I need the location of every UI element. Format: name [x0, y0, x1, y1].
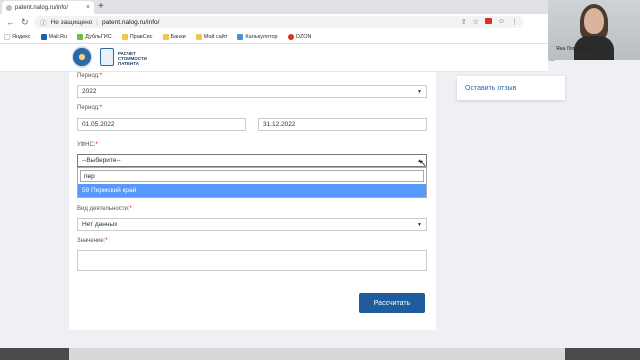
value-label: Значение:* — [77, 238, 108, 244]
chevron-down-icon: ▼ — [417, 221, 422, 228]
feedback-panel: Оставить отзыв — [457, 76, 565, 100]
ufns-option-perm[interactable]: 59 Пермский край — [78, 184, 426, 197]
ufns-select-value: --Выберите-- — [82, 157, 121, 164]
bookmark-calculator[interactable]: Калькулятор — [237, 33, 278, 40]
period-select[interactable]: 2022 ▼ — [77, 85, 427, 98]
calculator-form-card — [69, 72, 436, 330]
patent-document-icon — [100, 48, 114, 66]
folder-icon — [121, 33, 128, 40]
back-icon[interactable]: ← — [6, 17, 15, 27]
date-to-value: 31.12.2022 — [263, 121, 296, 128]
calculate-button[interactable]: Рассчитать — [359, 293, 425, 313]
period-dates-label: Период:* — [77, 105, 103, 111]
reload-icon[interactable]: ↻ — [21, 17, 29, 28]
bookmark-2gis[interactable]: ДубльГИС — [77, 33, 112, 40]
2gis-icon — [77, 33, 84, 40]
activity-select[interactable]: Нет данных ▼ — [77, 218, 427, 231]
feedback-link[interactable]: Оставить отзыв — [465, 85, 516, 92]
calculator-icon — [237, 33, 244, 40]
value-input[interactable] — [77, 250, 427, 271]
ufns-search-input[interactable]: пер — [80, 170, 424, 182]
address-bar[interactable]: ⓘ Не защищено | patent.nalog.ru/info/ ⇪ … — [34, 16, 524, 28]
period-label: Период:* — [77, 73, 103, 79]
yandex-icon — [4, 33, 10, 40]
url-text[interactable]: patent.nalog.ru/info/ — [102, 19, 159, 26]
tab-title: patent.nalog.ru/info/ — [15, 4, 69, 11]
person-face — [584, 8, 604, 34]
bookmark-ozon[interactable]: OZON — [287, 33, 311, 40]
browser-toolbar: ← ↻ ⓘ Не защищено | patent.nalog.ru/info… — [0, 14, 548, 30]
menu-icon[interactable]: ⋮ — [511, 18, 518, 26]
bookmark-star-icon[interactable]: ☆ — [473, 18, 479, 26]
info-icon[interactable]: ⓘ — [40, 17, 47, 27]
favicon-icon — [6, 4, 12, 11]
close-tab-icon[interactable]: × — [86, 4, 90, 11]
ozon-icon — [287, 33, 294, 40]
ufns-label: УФНС:* — [77, 142, 98, 148]
bookmark-my-site[interactable]: Мой сайт — [195, 33, 227, 40]
webcam-overlay: Яна Лопатина — [548, 0, 640, 60]
tab-strip: patent.nalog.ru/info/ × + — [0, 0, 548, 14]
activity-select-value: Нет данных — [82, 221, 118, 228]
address-separator: | — [96, 18, 98, 26]
security-status: Не защищено — [50, 18, 93, 26]
ufns-search-value: пер — [84, 172, 95, 180]
folder-icon — [162, 33, 169, 40]
bookmark-mailru[interactable]: Mail.Ru — [40, 33, 67, 40]
site-logo-text[interactable]: Расчет стоимости патента — [118, 51, 158, 66]
folder-icon — [195, 33, 202, 40]
bookmarks-bar: Яндекс Mail.Ru ДубльГИС ПравСис Банки Мо… — [0, 30, 548, 44]
ufns-dropdown: пер 59 Пермский край — [77, 167, 427, 198]
ufns-option-label: 59 Пермский край — [82, 187, 137, 194]
date-from-value: 01.05.2022 — [82, 121, 115, 128]
ufns-select[interactable]: --Выберите-- ▲ — [77, 154, 427, 167]
new-tab-button[interactable]: + — [98, 1, 104, 12]
date-from-input[interactable]: 01.05.2022 — [77, 118, 246, 131]
chevron-down-icon: ▼ — [417, 88, 422, 95]
site-header: Расчет стоимости патента — [0, 44, 548, 72]
extension-icon[interactable] — [484, 18, 492, 24]
fns-emblem-logo[interactable] — [72, 46, 92, 68]
mailru-icon — [40, 33, 47, 40]
bookmark-pravsis[interactable]: ПравСис — [121, 33, 153, 40]
activity-label: Вид деятельности:* — [77, 206, 132, 212]
bookmark-yandex[interactable]: Яндекс — [4, 33, 31, 40]
share-icon[interactable]: ⇪ — [461, 18, 467, 26]
mouse-cursor-icon: ↖ — [419, 158, 427, 168]
period-select-value: 2022 — [82, 88, 97, 95]
footer-strip — [69, 348, 565, 360]
browser-tab[interactable]: patent.nalog.ru/info/ × — [2, 1, 94, 14]
date-to-input[interactable]: 31.12.2022 — [258, 118, 427, 131]
webcam-name: Яна Лопатина — [556, 46, 589, 52]
bookmark-banki[interactable]: Банки — [162, 33, 186, 40]
page-footer-band — [0, 348, 640, 360]
profile-icon[interactable]: ☺ — [498, 18, 505, 26]
